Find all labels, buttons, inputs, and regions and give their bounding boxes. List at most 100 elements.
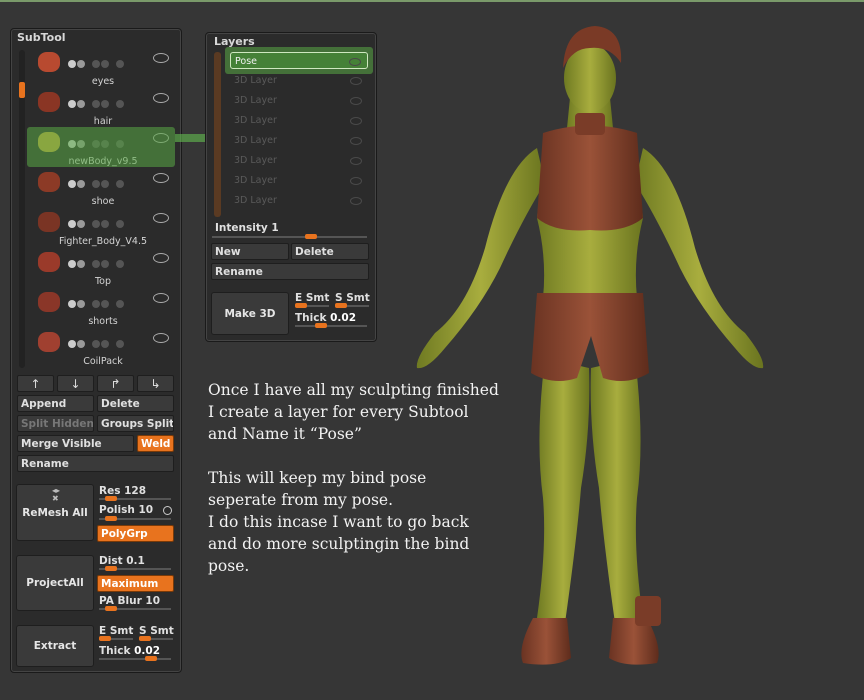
subtool-item[interactable]: shorts [28, 290, 174, 328]
subtool-thumbnail [36, 172, 62, 194]
layer-name: 3D Layer [234, 195, 277, 206]
layer-name: Pose [235, 56, 257, 67]
remesh-arrows-icon: ◂▸ ✖ [52, 486, 61, 503]
maximum-toggle[interactable]: Maximum [97, 575, 174, 592]
top-border [0, 0, 864, 2]
append-button[interactable]: Append [17, 395, 94, 412]
thick-slider[interactable] [99, 656, 171, 661]
remesh-all-label: ReMesh All [22, 506, 88, 519]
visibility-eye-icon[interactable] [153, 213, 169, 223]
subtool-item-label: shoe [91, 196, 115, 207]
subtool-item-label: Top [94, 276, 112, 287]
subtool-thumbnail [36, 252, 62, 274]
move-top-button[interactable]: ↱ [97, 375, 134, 392]
layer-eye-icon[interactable] [350, 177, 362, 185]
layer-eye-icon[interactable] [350, 197, 362, 205]
subtool-thumbnail [36, 52, 62, 74]
layer-row[interactable]: 3D Layer [230, 132, 368, 149]
subtool-scroll-thumb[interactable] [19, 82, 25, 98]
layer-name: 3D Layer [234, 115, 277, 126]
extract-button[interactable]: Extract [16, 625, 94, 667]
subtool-thumbnail [36, 332, 62, 354]
polygrp-toggle[interactable]: PolyGrp [97, 525, 174, 542]
subtool-toggles[interactable] [68, 293, 125, 308]
layer-eye-icon[interactable] [350, 77, 362, 85]
layer-eye-icon[interactable] [350, 117, 362, 125]
subtool-item[interactable]: CoilPack [28, 330, 174, 368]
move-up-button[interactable]: ↑ [17, 375, 54, 392]
subtool-thumbnail [36, 292, 62, 314]
move-bottom-button[interactable]: ↳ [137, 375, 174, 392]
visibility-eye-icon[interactable] [153, 173, 169, 183]
layer-row-pose[interactable]: Pose [230, 52, 368, 69]
subtool-item[interactable]: eyes [28, 50, 174, 88]
layer-s-smt-slider[interactable] [335, 303, 369, 308]
subtool-item-label: hair [93, 116, 113, 127]
subtool-toggles[interactable] [68, 93, 125, 108]
layer-delete-button[interactable]: Delete [291, 243, 369, 260]
subtool-thumbnail [36, 212, 62, 234]
project-all-button[interactable]: ProjectAll [16, 555, 94, 611]
delete-button[interactable]: Delete [97, 395, 174, 412]
extract-label: Extract [33, 640, 77, 652]
layer-row[interactable]: 3D Layer [230, 172, 368, 189]
visibility-eye-icon[interactable] [153, 253, 169, 263]
layer-eye-icon[interactable] [350, 137, 362, 145]
layer-row[interactable]: 3D Layer [230, 92, 368, 109]
layer-eye-icon[interactable] [350, 157, 362, 165]
e-smt-slider[interactable] [99, 636, 133, 641]
subtool-scrollbar[interactable] [19, 50, 25, 368]
visibility-eye-icon[interactable] [153, 293, 169, 303]
groups-split-button[interactable]: Groups Split [97, 415, 174, 432]
move-down-button[interactable]: ↓ [57, 375, 94, 392]
intensity-label: Intensity 1 [215, 222, 279, 234]
subtool-toggles[interactable] [68, 213, 125, 228]
layer-row[interactable]: 3D Layer [230, 192, 368, 209]
project-all-label: ProjectAll [26, 577, 84, 589]
layer-name: 3D Layer [234, 95, 277, 106]
pa-blur-slider[interactable] [99, 606, 171, 611]
intensity-slider[interactable] [212, 234, 367, 239]
subtool-toggles[interactable] [68, 173, 125, 188]
rename-button[interactable]: Rename [17, 455, 174, 472]
merge-visible-button[interactable]: Merge Visible [17, 435, 134, 452]
subtool-item-label: shorts [88, 316, 118, 327]
subtool-item[interactable]: hair [28, 90, 174, 128]
weld-toggle[interactable]: Weld [137, 435, 174, 452]
s-smt-slider[interactable] [139, 636, 173, 641]
polish-circle-icon[interactable] [163, 506, 172, 515]
layer-rename-button[interactable]: Rename [211, 263, 369, 280]
layer-name: 3D Layer [234, 75, 277, 86]
subtool-toggles[interactable] [68, 53, 125, 68]
layer-eye-icon[interactable] [350, 97, 362, 105]
dist-slider[interactable] [99, 566, 171, 571]
visibility-eye-icon[interactable] [153, 53, 169, 63]
subtool-thumbnail [36, 92, 62, 114]
layer-eye-icon[interactable] [349, 58, 361, 66]
layer-e-smt-slider[interactable] [295, 303, 329, 308]
subtool-item-label: CoilPack [83, 356, 123, 367]
split-hidden-button[interactable]: Split Hidden [17, 415, 94, 432]
subtool-item[interactable]: Fighter_Body_V4.5 [28, 210, 174, 248]
layer-row[interactable]: 3D Layer [230, 152, 368, 169]
layer-row[interactable]: 3D Layer [230, 112, 368, 129]
layers-scrollbar[interactable] [214, 52, 221, 217]
subtool-item[interactable]: Top [28, 250, 174, 288]
subtool-toggles[interactable] [68, 253, 125, 268]
subtool-toggles[interactable] [68, 333, 125, 348]
visibility-eye-icon[interactable] [153, 93, 169, 103]
subtool-item[interactable]: shoe [28, 170, 174, 208]
selection-highlight [27, 127, 175, 167]
make-3d-label: Make 3D [224, 307, 276, 320]
layer-name: 3D Layer [234, 155, 277, 166]
subtool-item-label: Fighter_Body_V4.5 [58, 236, 148, 247]
layer-new-button[interactable]: New [211, 243, 289, 260]
make-3d-button[interactable]: Make 3D [211, 292, 289, 335]
layer-row[interactable]: 3D Layer [230, 72, 368, 89]
visibility-eye-icon[interactable] [153, 333, 169, 343]
layer-thick-slider[interactable] [295, 323, 367, 328]
character-model-viewport[interactable] [405, 18, 775, 680]
res-slider[interactable] [99, 496, 171, 501]
layer-name: 3D Layer [234, 135, 277, 146]
polish-slider[interactable] [99, 516, 171, 521]
